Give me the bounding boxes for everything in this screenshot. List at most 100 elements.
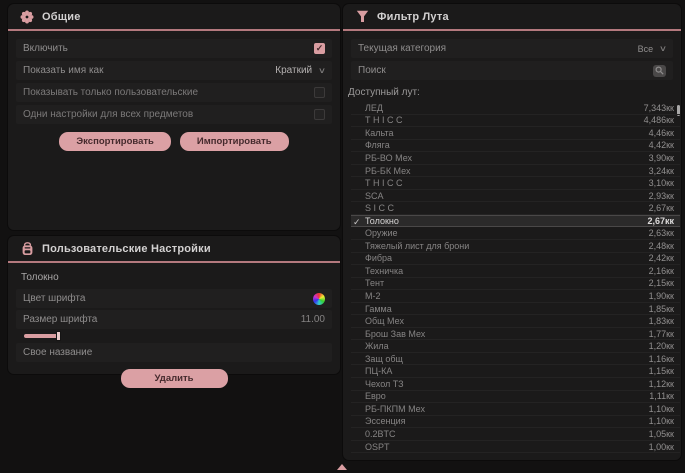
- custom-name-input[interactable]: [23, 347, 325, 358]
- loot-row[interactable]: Эссенция1,10кк: [351, 416, 680, 429]
- loot-row[interactable]: ОSPT1,00кк: [351, 441, 680, 454]
- loot-item-name: Техничка: [365, 266, 649, 276]
- user-settings-header: Пользовательские Настройки: [8, 236, 340, 263]
- enable-checkbox[interactable]: ✓: [314, 43, 325, 54]
- loot-row[interactable]: SCA2,93кк: [351, 190, 680, 203]
- loot-item-name: РБ-БК Мех: [365, 166, 649, 176]
- loot-item-value: 1,15кк: [649, 366, 674, 376]
- same-for-all-checkbox[interactable]: ✓: [314, 109, 325, 120]
- loot-row[interactable]: Фибра2,42кк: [351, 253, 680, 266]
- loot-item-value: 1,11кк: [649, 391, 674, 401]
- general-panel-header: Общие: [8, 4, 340, 31]
- delete-button[interactable]: Удалить: [121, 369, 228, 388]
- loot-list: ЛЕД7,343ккТ Н I C C4,486ккКальта4,46ккФл…: [351, 102, 680, 453]
- only-custom-checkbox[interactable]: ✓: [314, 87, 325, 98]
- loot-row[interactable]: М-21,90кк: [351, 290, 680, 303]
- font-size-value: 11.00: [301, 314, 325, 325]
- category-value: Все: [638, 44, 654, 54]
- name-mode-dropdown[interactable]: Краткий ∨: [275, 65, 325, 76]
- loot-row[interactable]: Брош Зав Мех1,77кк: [351, 328, 680, 341]
- loot-item-name: Оружие: [365, 228, 649, 238]
- loot-row[interactable]: Гамма1,85кк: [351, 303, 680, 316]
- slider-fill: [24, 334, 60, 338]
- only-custom-row: Показывать только пользовательские ✓: [16, 83, 332, 102]
- loot-item-value: 1,10кк: [649, 416, 674, 426]
- loot-row[interactable]: РБ-БК Мех3,24кк: [351, 165, 680, 178]
- search-input[interactable]: [358, 65, 653, 76]
- loot-row[interactable]: Оружие2,63кк: [351, 227, 680, 240]
- loot-row[interactable]: РБ-ПКПМ Мех1,10кк: [351, 403, 680, 416]
- loot-row[interactable]: Т Н I C C4,486кк: [351, 115, 680, 128]
- loot-item-value: 1,85кк: [649, 304, 674, 314]
- category-label: Текущая категория: [358, 43, 446, 54]
- custom-name-row: [16, 343, 332, 362]
- loot-row[interactable]: Евро1,11кк: [351, 391, 680, 404]
- loot-item-name: РБ-ВО Мех: [365, 153, 649, 163]
- loot-row[interactable]: Тент2,15кк: [351, 278, 680, 291]
- loot-item-value: 2,67кк: [647, 216, 674, 226]
- category-dropdown[interactable]: Все ∨: [638, 44, 666, 54]
- search-row: [351, 61, 673, 80]
- category-row: Текущая категория Все ∨: [351, 39, 673, 58]
- loot-filter-panel: Фильтр Лута Текущая категория Все ∨ Дост…: [343, 4, 681, 460]
- loot-item-value: 1,00кк: [649, 442, 674, 452]
- only-custom-label: Показывать только пользовательские: [23, 87, 198, 98]
- slider-handle[interactable]: [56, 331, 61, 341]
- loot-item-value: 2,63кк: [649, 228, 674, 238]
- loot-item-value: 2,42кк: [649, 253, 674, 263]
- loot-item-name: ОSPT: [365, 442, 649, 452]
- loot-row[interactable]: Фляга4,42кк: [351, 140, 680, 153]
- font-size-row: Размер шрифта 11.00: [16, 310, 332, 329]
- font-size-slider[interactable]: [16, 331, 332, 341]
- import-button[interactable]: Импортировать: [180, 132, 289, 151]
- loot-row[interactable]: Тяжелый лист для брони2,48кк: [351, 240, 680, 253]
- loot-item-value: 2,67кк: [649, 203, 674, 213]
- loot-row[interactable]: ✓Толокно2,67кк: [351, 215, 680, 228]
- name-mode-value: Краткий: [275, 65, 312, 76]
- loot-item-name: Фибра: [365, 253, 649, 263]
- same-for-all-row: Одни настройки для всех предметов ✓: [16, 105, 332, 124]
- loot-row[interactable]: 0.2BTC1,05кк: [351, 428, 680, 441]
- loot-row[interactable]: S I C C2,67кк: [351, 202, 680, 215]
- scroll-up-arrow-icon[interactable]: [337, 464, 347, 470]
- loot-item-value: 1,90кк: [649, 291, 674, 301]
- loot-row[interactable]: Жила1,20кк: [351, 340, 680, 353]
- loot-item-name: 0.2BTC: [365, 429, 649, 439]
- font-size-label: Размер шрифта: [23, 314, 97, 325]
- loot-row[interactable]: ПЦ-КА1,15кк: [351, 365, 680, 378]
- loot-row[interactable]: Т Н I C C3,10кк: [351, 177, 680, 190]
- loot-item-value: 1,12кк: [649, 379, 674, 389]
- loot-item-value: 4,486кк: [644, 115, 674, 125]
- loot-row[interactable]: Защ общ1,16кк: [351, 353, 680, 366]
- loot-row[interactable]: Кальта4,46кк: [351, 127, 680, 140]
- loot-row[interactable]: Чехол ТЗ1,12кк: [351, 378, 680, 391]
- loot-row[interactable]: РБ-ВО Мех3,90кк: [351, 152, 680, 165]
- export-button[interactable]: Экспортировать: [59, 132, 170, 151]
- loot-item-name: SCA: [365, 191, 649, 201]
- font-color-label: Цвет шрифта: [23, 293, 85, 304]
- gear-icon: [20, 10, 34, 24]
- loot-filter-title: Фильтр Лута: [377, 11, 449, 23]
- loot-item-value: 4,46кк: [649, 128, 674, 138]
- loot-item-name: РБ-ПКПМ Мех: [365, 404, 649, 414]
- loot-item-value: 1,05кк: [649, 429, 674, 439]
- loot-row[interactable]: Общ Мех1,83кк: [351, 315, 680, 328]
- search-icon[interactable]: [653, 65, 666, 77]
- loot-item-name: Общ Мех: [365, 316, 649, 326]
- loot-item-name: Эссенция: [365, 416, 649, 426]
- loot-row[interactable]: ЛЕД7,343кк: [351, 102, 680, 115]
- loot-item-name: Брош Зав Мех: [365, 329, 649, 339]
- loot-item-value: 1,16кк: [649, 354, 674, 364]
- color-picker-icon[interactable]: [313, 293, 325, 305]
- general-panel: Общие Включить ✓ Показать имя как Кратки…: [8, 4, 340, 230]
- loot-item-name: Т Н I C C: [365, 178, 649, 188]
- loot-item-name: Тяжелый лист для брони: [365, 241, 649, 251]
- loot-item-name: Толокно: [365, 216, 647, 226]
- backpack-icon: [20, 242, 34, 256]
- loot-item-name: Тент: [365, 278, 649, 288]
- loot-row[interactable]: Техничка2,16кк: [351, 265, 680, 278]
- name-mode-label: Показать имя как: [23, 65, 103, 76]
- enable-row: Включить ✓: [16, 39, 332, 58]
- loot-item-value: 1,10кк: [649, 404, 674, 414]
- user-settings-title: Пользовательские Настройки: [42, 243, 211, 255]
